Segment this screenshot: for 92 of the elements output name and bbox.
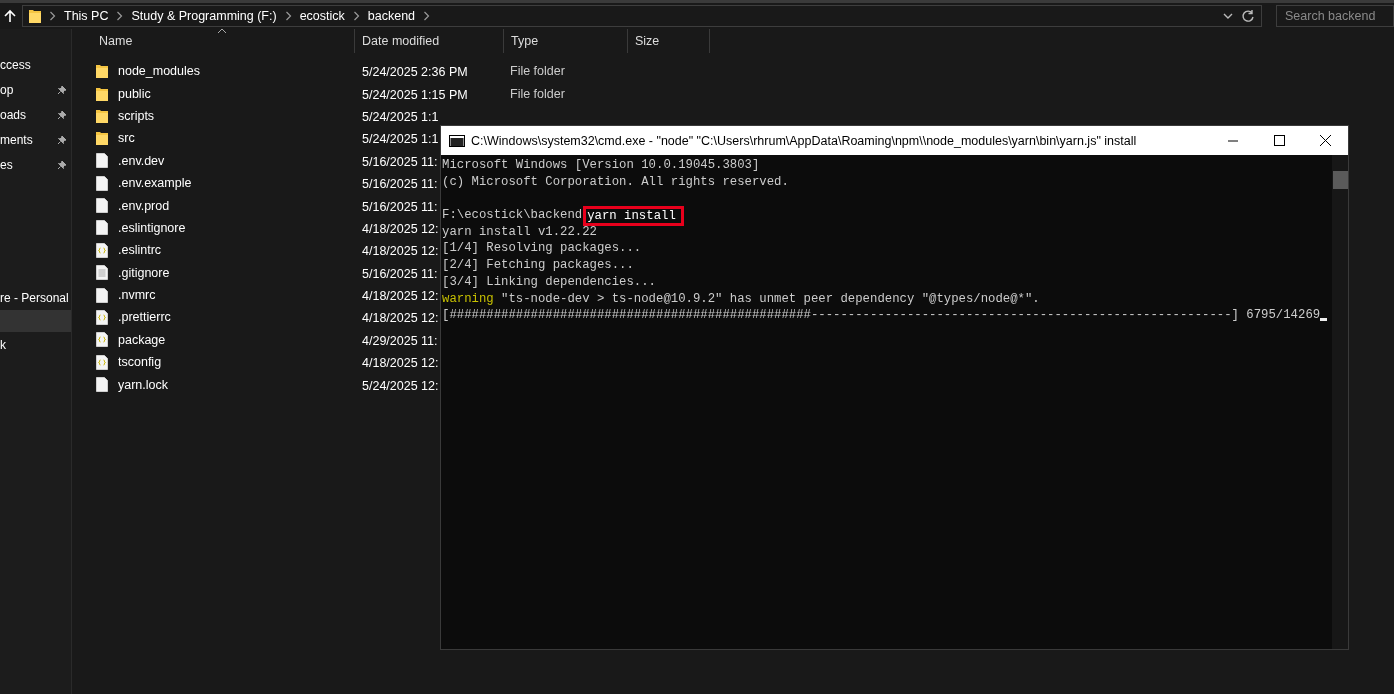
date-modified: 5/16/2025 11: (362, 199, 438, 214)
address-bar[interactable]: This PC Study & Programming (F:) ecostick backend (22, 5, 1262, 27)
file-icon (96, 220, 108, 236)
file-name[interactable]: .nvmrc (118, 288, 156, 303)
breadcrumb[interactable]: backend (367, 9, 416, 23)
date-modified: 4/18/2025 12: (362, 311, 439, 326)
file-name[interactable]: scripts (118, 108, 155, 123)
braces-file-icon (96, 332, 108, 348)
folder-icon (96, 86, 108, 101)
scroll-thumb[interactable] (1332, 171, 1348, 189)
progress-line: [#################################################---------------------------------------------------------] 6795/14269 (442, 308, 1321, 323)
scrollbar[interactable] (1332, 155, 1348, 649)
breadcrumb[interactable]: Study & Programming (F:) (131, 9, 277, 23)
braces-file-icon (96, 354, 108, 370)
file-name[interactable]: yarn.lock (118, 377, 169, 392)
refresh-icon[interactable] (1241, 9, 1255, 23)
folder-icon (29, 9, 41, 23)
sidebar-item[interactable]: re - Personal (0, 285, 71, 310)
braces-file-icon (96, 242, 108, 258)
console-warning: warning "ts-node-dev > ts-node@10.9.2" has unmet peer dependency "@types/node@*". (442, 291, 1040, 306)
chevron-icon (116, 11, 124, 21)
highlighted-command: yarn install (583, 206, 684, 227)
file-icon (96, 377, 108, 393)
sidebar-item[interactable]: es (0, 152, 71, 177)
file-name[interactable]: .eslintignore (118, 220, 186, 235)
date-modified: 5/24/2025 1:1 (362, 132, 439, 147)
braces-file-icon (96, 310, 108, 325)
file-icon (96, 175, 108, 191)
date-modified: 4/29/2025 11: (362, 333, 438, 348)
file-name[interactable]: .env.dev (118, 153, 165, 168)
file-icon (96, 198, 108, 214)
file-name[interactable]: node_modules (118, 64, 200, 79)
text-file-icon (96, 265, 108, 281)
console-prompt: F:\ecostick\backend (442, 208, 583, 223)
date-modified: 4/18/2025 12: (362, 356, 439, 371)
date-modified: 5/24/2025 2:36 PM (362, 65, 468, 80)
file-name[interactable]: .prettierrc (118, 310, 171, 325)
file-name[interactable]: .eslintrc (118, 243, 162, 258)
date-modified: 4/18/2025 12: (362, 244, 439, 259)
date-modified: 5/16/2025 11: (362, 266, 438, 281)
file-name[interactable]: package (118, 332, 166, 347)
date-modified: 5/24/2025 12: (362, 378, 439, 393)
date-modified: 5/24/2025 1:1 (362, 109, 439, 124)
console-icon (449, 134, 465, 147)
file-name[interactable]: .env.prod (118, 198, 170, 213)
column-header[interactable]: Name (92, 29, 355, 53)
console-line: Microsoft Windows [Version 10.0.19045.3803] (442, 158, 760, 172)
console-line: yarn install v1.22.22 (442, 224, 597, 239)
date-modified: 4/18/2025 12: (362, 221, 439, 236)
dropdown-caret-icon[interactable] (1223, 12, 1233, 20)
file-icon (96, 287, 108, 303)
window-title: C:\Windows\system32\cmd.exe - "node" "C:\Users\rhrum\AppData\Roaming\npm\\node_modules\yarn\bin\yarn.js" install (471, 133, 1138, 148)
sort-caret-icon (217, 28, 227, 34)
sidebar-item[interactable]: ccess (0, 52, 71, 77)
chevron-icon (49, 11, 56, 21)
file-type: File folder (510, 86, 565, 101)
up-arrow-icon[interactable] (2, 8, 18, 24)
file-name[interactable]: src (118, 131, 135, 146)
cursor-icon (1320, 318, 1328, 322)
date-modified: 5/16/2025 11: (362, 177, 438, 192)
sidebar-item[interactable]: op (0, 77, 71, 102)
breadcrumb[interactable]: This PC (64, 9, 109, 23)
folder-icon (96, 108, 108, 123)
file-name[interactable]: public (118, 86, 151, 101)
console-line: (c) Microsoft Corporation. All rights reserved. (442, 174, 789, 189)
console-line: [1/4] Resolving packages... (442, 241, 642, 256)
file-name[interactable]: .gitignore (118, 265, 170, 280)
file-type: File folder (510, 64, 565, 79)
chevron-icon (284, 11, 292, 21)
close-icon (1319, 135, 1331, 146)
folder-icon (96, 131, 108, 146)
column-header[interactable]: Type (504, 29, 628, 53)
date-modified: 4/18/2025 12: (362, 289, 439, 304)
console-line: [3/4] Linking dependencies... (442, 274, 656, 289)
console-line: [2/4] Fetching packages... (442, 258, 634, 273)
search-field[interactable]: Search backend (1276, 5, 1394, 27)
minimize-icon (1228, 139, 1238, 142)
file-icon (96, 153, 108, 169)
sidebar-item[interactable]: oads (0, 102, 71, 127)
file-name[interactable]: tsconfig (118, 355, 162, 370)
date-modified: 5/24/2025 1:15 PM (362, 87, 468, 102)
maximize-icon (1273, 135, 1285, 146)
sidebar-item[interactable]: k (0, 332, 71, 357)
chevron-icon (423, 11, 431, 21)
folder-icon (96, 64, 108, 79)
column-header[interactable]: Date modified (355, 29, 504, 53)
breadcrumb[interactable]: ecostick (299, 9, 345, 23)
column-header[interactable]: Size (628, 29, 710, 53)
file-name[interactable]: .env.example (118, 176, 192, 191)
sidebar-item[interactable]: ments (0, 127, 71, 152)
date-modified: 5/16/2025 11: (362, 154, 438, 169)
chevron-icon (352, 11, 360, 21)
